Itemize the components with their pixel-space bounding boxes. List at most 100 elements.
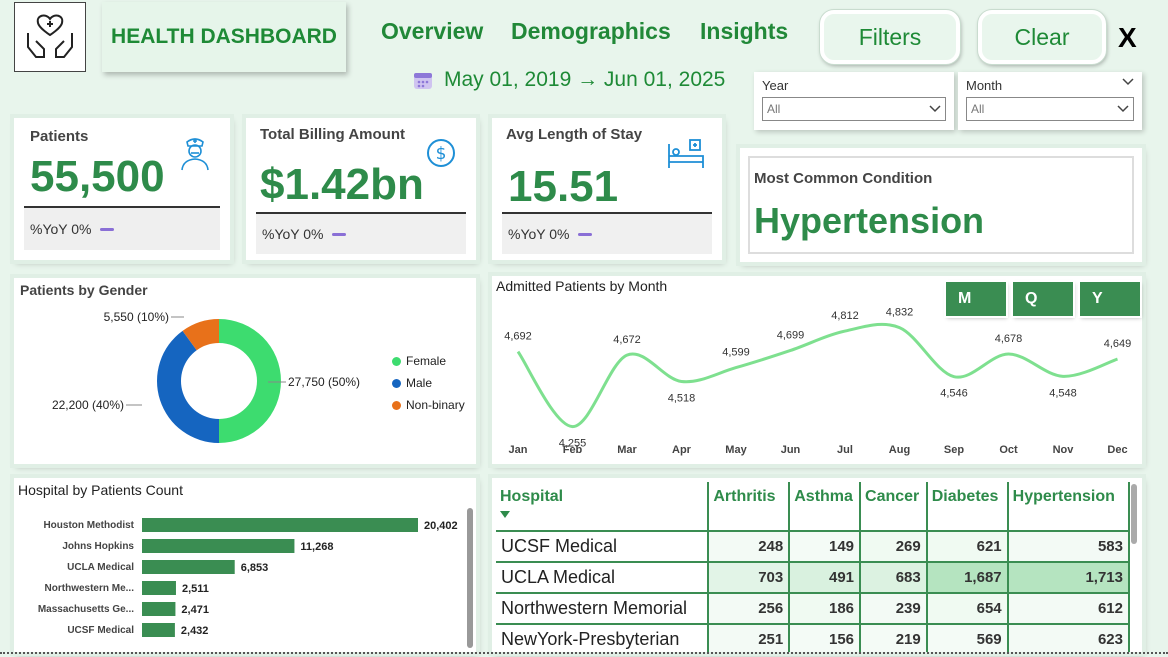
matrix-cell-value: 256 (708, 592, 791, 624)
filters-button[interactable]: Filters (820, 10, 960, 64)
matrix-header-row: Hospital Arthritis Asthma Cancer Diabete… (496, 482, 1131, 531)
scrollbar-thumb[interactable] (467, 508, 473, 648)
table-row[interactable]: Northwestern Memorial 256 186 239 654 612 (496, 592, 1131, 624)
donut-slice-female[interactable] (219, 319, 281, 443)
hands-heart-icon (27, 14, 73, 58)
granularity-quarter-button[interactable]: Q (1013, 282, 1073, 316)
matrix-cell-value: 251 (708, 623, 791, 652)
matrix-col-hospital[interactable]: Hospital (496, 482, 710, 531)
x-tick-label: Dec (1107, 444, 1127, 456)
matrix-cell-value: 248 (708, 530, 791, 562)
calendar-icon (414, 73, 432, 89)
line-data-label: 4,548 (1049, 387, 1077, 399)
hospital-bar[interactable] (142, 518, 418, 532)
matrix-cell-value: 219 (860, 623, 928, 652)
kpi-billing-title: Total Billing Amount (260, 126, 405, 143)
donut-slice-male[interactable] (157, 330, 219, 443)
matrix-col-hypertension[interactable]: Hypertension (1007, 482, 1131, 531)
legend-female[interactable]: Female (392, 354, 465, 368)
line-data-label: 4,678 (995, 333, 1023, 345)
x-tick-label: Jul (837, 444, 853, 456)
close-button[interactable]: X (1118, 22, 1137, 54)
chevron-down-icon[interactable] (1122, 78, 1134, 86)
month-select-value: All (971, 102, 985, 116)
matrix-cell-value: 149 (789, 530, 862, 562)
matrix-col-asthma[interactable]: Asthma (789, 482, 862, 531)
matrix-cell-value: 683 (860, 561, 928, 593)
month-select[interactable]: All (966, 97, 1134, 121)
bar-category-label: Johns Hopkins (62, 541, 134, 552)
line-data-label: 4,832 (886, 307, 914, 319)
hospital-scrollbar[interactable] (466, 508, 474, 648)
nav-insights[interactable]: Insights (700, 18, 788, 45)
bar-category-label: Massachusetts Ge... (38, 604, 134, 615)
line-data-label: 4,672 (613, 334, 641, 346)
hospital-bar[interactable] (142, 539, 295, 553)
line-data-label: 4,649 (1104, 338, 1132, 350)
hospital-bar[interactable] (142, 623, 175, 637)
hospital-bar[interactable] (142, 581, 176, 595)
bar-category-label: Northwestern Me... (45, 583, 135, 594)
matrix-col-diabetes[interactable]: Diabetes (926, 482, 1009, 531)
granularity-month-button[interactable]: M (946, 282, 1006, 316)
matrix-cell-hospital: Northwestern Memorial (496, 592, 710, 624)
x-tick-label: Nov (1053, 444, 1075, 456)
nav-demographics[interactable]: Demographics (511, 18, 671, 45)
scrollbar-thumb[interactable] (1131, 484, 1137, 544)
condition-card: Most Common Condition Hypertension (740, 148, 1142, 262)
hospital-bar-chart: Houston Methodist 20,402 Johns Hopkins 11,2… (38, 518, 458, 637)
legend-nonbinary[interactable]: Non-binary (392, 398, 465, 412)
page-border (0, 652, 1168, 654)
bar-value-label: 6,853 (241, 562, 269, 574)
matrix-cell-value: 569 (926, 623, 1009, 652)
granularity-year-button[interactable]: Y (1080, 282, 1140, 316)
bar-category-label: UCLA Medical (67, 562, 134, 573)
bar-category-label: UCSF Medical (67, 625, 134, 636)
x-tick-label: Sep (944, 444, 964, 456)
donut-label-male: 22,200 (40%) (52, 398, 124, 412)
gender-chart-card: Patients by Gender 27,750 (50%) 22,200 (… (14, 278, 476, 464)
kpi-stay-yoy-text: %YoY 0% (508, 226, 570, 242)
kpi-stay-value: 15.51 (508, 162, 619, 211)
line-data-label: 4,546 (940, 388, 968, 400)
chevron-down-icon (929, 105, 941, 113)
table-row[interactable]: UCSF Medical 248 149 269 621 583 (496, 530, 1131, 562)
clear-button[interactable]: Clear (978, 10, 1106, 64)
table-row[interactable]: UCLA Medical 703 491 683 1,687 1,713 (496, 561, 1131, 593)
bar-category-label: Houston Methodist (43, 520, 134, 531)
condition-title: Most Common Condition (754, 170, 933, 187)
hospital-bar[interactable] (142, 560, 235, 574)
matrix-cell-value: 1,713 (1007, 561, 1131, 593)
x-tick-label: Jan (509, 444, 528, 456)
matrix-cell-value: 583 (1007, 530, 1131, 562)
kpi-billing-value: $1.42bn (260, 160, 424, 209)
hospital-bed-icon (668, 139, 704, 168)
matrix-cell-value: 612 (1007, 592, 1131, 624)
x-tick-label: Oct (999, 444, 1018, 456)
condition-value: Hypertension (754, 200, 985, 241)
nav-overview[interactable]: Overview (381, 18, 483, 45)
legend-male[interactable]: Male (392, 376, 465, 390)
bar-value-label: 11,268 (300, 541, 333, 553)
bar-value-label: 2,432 (181, 625, 209, 637)
matrix-cell-value: 654 (926, 592, 1009, 624)
matrix-col-arthritis[interactable]: Arthritis (708, 482, 791, 531)
date-range: May 01, 2019 → Jun 01, 2025 (412, 68, 725, 92)
matrix-scrollbar[interactable] (1130, 484, 1138, 644)
kpi-stay-card: Avg Length of Stay 15.51 %YoY 0% (492, 118, 722, 260)
admissions-line (516, 322, 1119, 429)
matrix-cell-value: 239 (860, 592, 928, 624)
month-slicer: Month All (958, 72, 1142, 130)
table-row[interactable]: NewYork-Presbyterian 251 156 219 569 623 (496, 623, 1131, 652)
kpi-patients-title: Patients (30, 128, 89, 145)
kpi-patients-value: 55,500 (30, 152, 165, 201)
year-slicer-label: Year (762, 78, 789, 93)
matrix-cell-value: 186 (789, 592, 862, 624)
trend-dash-icon (331, 232, 346, 236)
matrix-col-cancer[interactable]: Cancer (860, 482, 928, 531)
matrix-cell-hospital: UCLA Medical (496, 561, 710, 593)
year-select-value: All (767, 102, 781, 116)
hospital-bar[interactable] (142, 602, 176, 616)
year-select[interactable]: All (762, 97, 946, 121)
kpi-billing-yoy: %YoY 0% (256, 212, 466, 254)
